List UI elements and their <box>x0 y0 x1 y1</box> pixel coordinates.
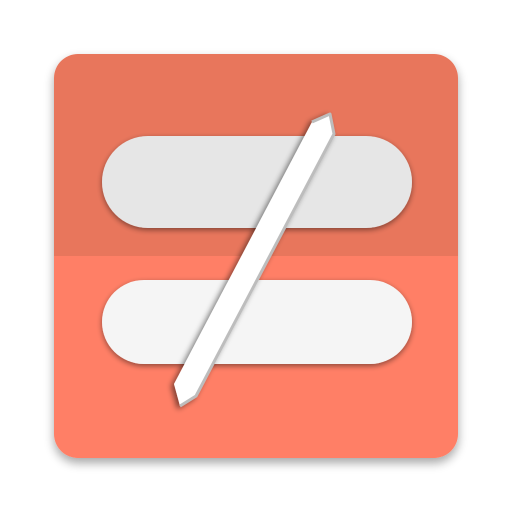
icon-stage <box>0 0 512 512</box>
equal-bar-bottom <box>102 280 412 364</box>
not-equal-app-icon[interactable] <box>0 0 512 512</box>
equal-bar-top <box>102 136 412 228</box>
